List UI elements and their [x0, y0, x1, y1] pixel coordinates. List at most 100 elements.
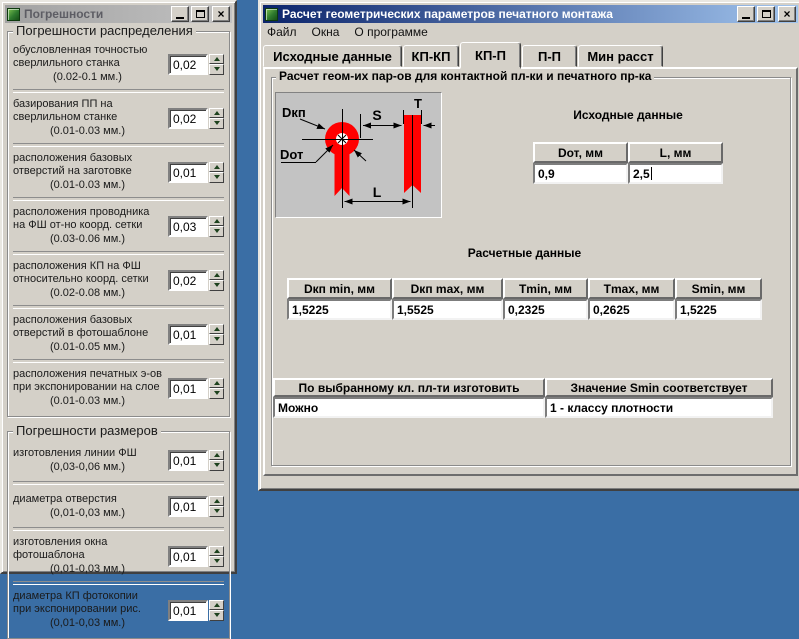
separator	[13, 581, 224, 585]
range-hint: (0.01-0.03 мм.)	[13, 394, 162, 408]
spin-up-button[interactable]	[209, 450, 224, 461]
spin-up-button[interactable]	[209, 496, 224, 507]
spin-up-button[interactable]	[209, 270, 224, 281]
spin-up-button[interactable]	[209, 54, 224, 65]
spin-edit: 0,01	[168, 378, 224, 399]
window-title: Расчет геометрических параметров печатно…	[282, 7, 735, 21]
spin-down-button[interactable]	[209, 460, 224, 471]
result-table-row: Можно 1 - классу плотности	[273, 397, 773, 418]
minimize-button[interactable]	[737, 6, 755, 22]
error-item-label: расположения печатных э-ов при экспониро…	[13, 368, 162, 408]
value-input[interactable]: 0,01	[168, 324, 208, 345]
spin-up-button[interactable]	[209, 216, 224, 227]
value-input[interactable]: 0,01	[168, 378, 208, 399]
spin-buttons	[209, 216, 224, 237]
spin-up-button[interactable]	[209, 546, 224, 557]
spin-down-button[interactable]	[209, 334, 224, 345]
spin-edit: 0,01	[168, 324, 224, 345]
spin-edit: 0,03	[168, 216, 224, 237]
spin-buttons	[209, 496, 224, 517]
spin-up-button[interactable]	[209, 378, 224, 389]
menu-windows[interactable]: Окна	[310, 24, 347, 40]
spin-down-button[interactable]	[209, 506, 224, 517]
range-hint: (0.01-0.03 мм.)	[13, 124, 162, 138]
spin-down-button[interactable]	[209, 118, 224, 129]
text-caret	[651, 167, 652, 180]
spin-up-button[interactable]	[209, 162, 224, 173]
input-table: Dот, мм L, мм 0,9 2,5	[533, 142, 723, 184]
value-input[interactable]: 0,02	[168, 270, 208, 291]
value-input[interactable]: 0,02	[168, 54, 208, 75]
spin-down-button[interactable]	[209, 226, 224, 237]
tab-min-dist[interactable]: Мин расст	[578, 45, 663, 67]
pcb-diagram-svg: Dкп Dот S T L	[276, 93, 441, 217]
cell-l-input[interactable]: 2,5	[628, 163, 723, 184]
spin-edit: 0,02	[168, 270, 224, 291]
tab-kp-kp[interactable]: КП-КП	[403, 45, 459, 67]
maximize-button[interactable]	[757, 6, 775, 22]
range-hint: (0.01-0.03 мм.)	[13, 178, 162, 192]
col-header-smin: Smin, мм	[675, 278, 762, 299]
error-item: изготовления линии ФШ (0,03-0,06 мм.) 0,…	[11, 440, 226, 480]
range-hint: (0.02-0.08 мм.)	[13, 286, 162, 300]
spin-down-button[interactable]	[209, 610, 224, 621]
spin-buttons	[209, 270, 224, 291]
value-input[interactable]: 0,01	[168, 450, 208, 471]
arrow-up-icon	[214, 603, 220, 607]
group-title: Погрешности распределения	[13, 23, 196, 38]
main-window-titlebar[interactable]: Расчет геометрических параметров печатно…	[263, 5, 798, 23]
range-hint: (0,01-0,03 мм.)	[13, 562, 162, 576]
label-line: расположения проводника	[13, 206, 162, 219]
close-button[interactable]: ×	[212, 6, 230, 22]
spin-edit: 0,02	[168, 108, 224, 129]
error-item-label: изготовления линии ФШ (0,03-0,06 мм.)	[13, 447, 162, 474]
calc-table-header: Dкп min, мм Dкп max, мм Tmin, мм Tmax, м…	[287, 278, 762, 299]
spin-down-button[interactable]	[209, 556, 224, 567]
arrow-down-icon	[214, 283, 220, 287]
maximize-button[interactable]	[191, 6, 209, 22]
menu-about[interactable]: О программе	[352, 24, 434, 40]
label-line: относительно коорд. сетки	[13, 273, 162, 286]
value-input[interactable]: 0,03	[168, 216, 208, 237]
tab-kp-p[interactable]: КП-П	[460, 42, 521, 69]
col-header-smin-class: Значение Smin соответствует	[545, 378, 773, 397]
label-s: S	[372, 107, 381, 123]
error-item-label: базирования ПП на сверлильном станке (0.…	[13, 98, 162, 138]
spin-down-button[interactable]	[209, 64, 224, 75]
group-size-errors: Погрешности размеров изготовления линии …	[7, 431, 230, 639]
tab-strip: Исходные данные КП-КП КП-П П-П Мин расст	[263, 40, 798, 67]
menu-file[interactable]: Файл	[265, 24, 304, 40]
errors-window-titlebar[interactable]: Погрешности ×	[5, 5, 232, 23]
value-input[interactable]: 0,01	[168, 546, 208, 567]
error-item-label: обусловленная точностью сверлильного ста…	[13, 44, 162, 84]
error-item-label: расположения проводника на ФШ от-но коор…	[13, 206, 162, 246]
maximize-icon	[196, 10, 205, 18]
spin-edit: 0,01	[168, 162, 224, 183]
value-input[interactable]: 0,02	[168, 108, 208, 129]
spin-buttons	[209, 108, 224, 129]
value-input[interactable]: 0,01	[168, 600, 208, 621]
spin-down-button[interactable]	[209, 172, 224, 183]
spin-down-button[interactable]	[209, 388, 224, 399]
cell-smin-class: 1 - классу плотности	[545, 397, 773, 418]
result-table-header: По выбранному кл. пл-ти изготовить Значе…	[273, 378, 773, 397]
spin-up-button[interactable]	[209, 108, 224, 119]
desktop: Погрешности × Погрешности распределения …	[0, 0, 799, 562]
tab-initial-data[interactable]: Исходные данные	[263, 45, 402, 67]
value-input[interactable]: 0,01	[168, 496, 208, 517]
close-button[interactable]: ×	[778, 6, 796, 22]
col-header-manufacturability: По выбранному кл. пл-ти изготовить	[273, 378, 545, 397]
tab-p-p[interactable]: П-П	[522, 45, 577, 67]
error-item: обусловленная точностью сверлильного ста…	[11, 40, 226, 88]
col-header-tmax: Tmax, мм	[588, 278, 675, 299]
spin-up-button[interactable]	[209, 600, 224, 611]
spin-down-button[interactable]	[209, 280, 224, 291]
cell-tmax: 0,2625	[588, 299, 675, 320]
cell-dot-input[interactable]: 0,9	[533, 163, 628, 184]
spin-up-button[interactable]	[209, 324, 224, 335]
minimize-button[interactable]	[171, 6, 189, 22]
label-line: изготовления окна	[13, 536, 162, 549]
arrow-down-icon	[214, 337, 220, 341]
value-input[interactable]: 0,01	[168, 162, 208, 183]
separator	[13, 527, 224, 531]
